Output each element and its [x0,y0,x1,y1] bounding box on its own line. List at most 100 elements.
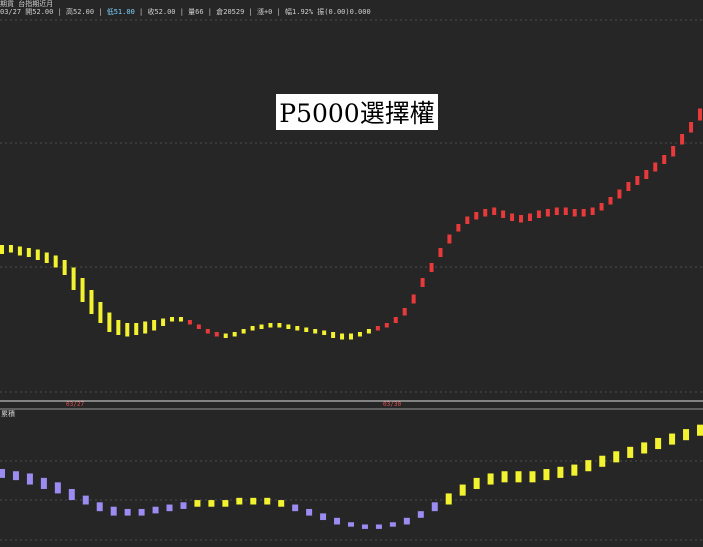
sub-bar [152,506,159,514]
sub-bar [12,471,19,481]
sub-bar [54,482,61,494]
main-bar [527,213,532,221]
sub-bar [292,504,299,512]
main-bar [187,320,192,325]
main-bar [563,207,568,215]
main-bar [125,323,130,337]
main-bar [161,318,166,326]
main-bar [590,207,595,215]
main-bar [322,330,327,335]
sub-bar [529,471,536,483]
sub-bar [697,424,703,436]
main-bar [662,155,667,164]
main-bar [35,249,40,260]
main-bar [653,162,658,172]
main-bar [259,324,264,329]
main-bar [608,197,613,205]
main-bar [152,320,157,331]
sub-bar [124,508,131,516]
date-label-1: 03/27 [66,401,85,408]
main-bar [483,209,488,217]
main-bar [80,278,85,302]
sub-bar [96,502,103,512]
main-bar [438,248,443,257]
sub-bar [445,493,452,505]
main-bar [411,294,416,304]
main-bar [178,317,183,322]
sub-bar [683,429,690,441]
sub-bar [543,469,550,481]
sub-bar [627,446,634,458]
main-bar [536,210,541,218]
main-bar [71,267,76,290]
main-bar [53,255,58,268]
main-bar [340,333,345,340]
sub-bar [487,473,494,485]
sub-panel-label: 累積 [1,410,15,418]
main-bar [44,252,49,263]
main-bar [286,324,291,329]
sub-bar [68,488,75,501]
sub-bar [222,500,229,507]
main-bar [8,245,13,253]
main-bar [143,321,148,334]
main-bar [295,326,300,331]
date-label-2: 03/30 [383,401,402,408]
main-bar [635,176,640,185]
price-chart [0,19,703,541]
sub-bar [557,466,564,478]
sub-bar [138,508,145,516]
main-bar [474,212,479,220]
main-bar [89,290,94,314]
main-bar [116,320,121,335]
sub-bar [641,442,648,454]
sub-bar [40,477,47,489]
main-bar [205,329,210,334]
main-bar [671,146,676,157]
main-bar [456,224,461,232]
main-bar [698,108,702,121]
main-bar [17,246,22,256]
sub-bar [236,497,243,505]
sub-bar [655,437,662,450]
main-bar [402,308,407,316]
main-bar [277,323,282,328]
main-bar [599,203,604,211]
main-bar [375,326,380,331]
sub-bar [278,500,285,507]
sub-bar [669,433,676,445]
sub-bar [26,473,33,485]
sub-bar [473,477,480,489]
main-bar [545,209,550,217]
chart-banner: P5000選擇權 [276,94,438,130]
main-bar [420,278,425,287]
main-bar [393,317,398,323]
sub-bar [208,500,215,507]
main-bar [0,245,4,254]
main-bar [680,134,685,145]
main-bar [492,207,497,215]
main-bar [510,213,515,221]
main-bar [581,209,586,217]
main-bar [689,122,694,133]
main-bar [170,317,175,322]
sub-bar [82,495,89,505]
sub-bar [417,511,424,518]
main-bar [107,312,112,332]
main-bar [214,332,219,337]
main-bar [349,333,353,340]
sub-bar [110,506,117,516]
main-bar [223,333,228,338]
main-bar [644,170,649,179]
main-bar [384,323,389,328]
main-bar [241,329,246,334]
sub-bar [571,464,578,476]
main-bar [232,332,237,337]
main-bar [268,323,273,328]
sub-bar [459,484,466,496]
main-bar [313,329,318,334]
sub-bar [320,513,327,521]
main-bar [366,329,371,334]
sub-bar [431,502,438,512]
main-bar [98,302,103,323]
